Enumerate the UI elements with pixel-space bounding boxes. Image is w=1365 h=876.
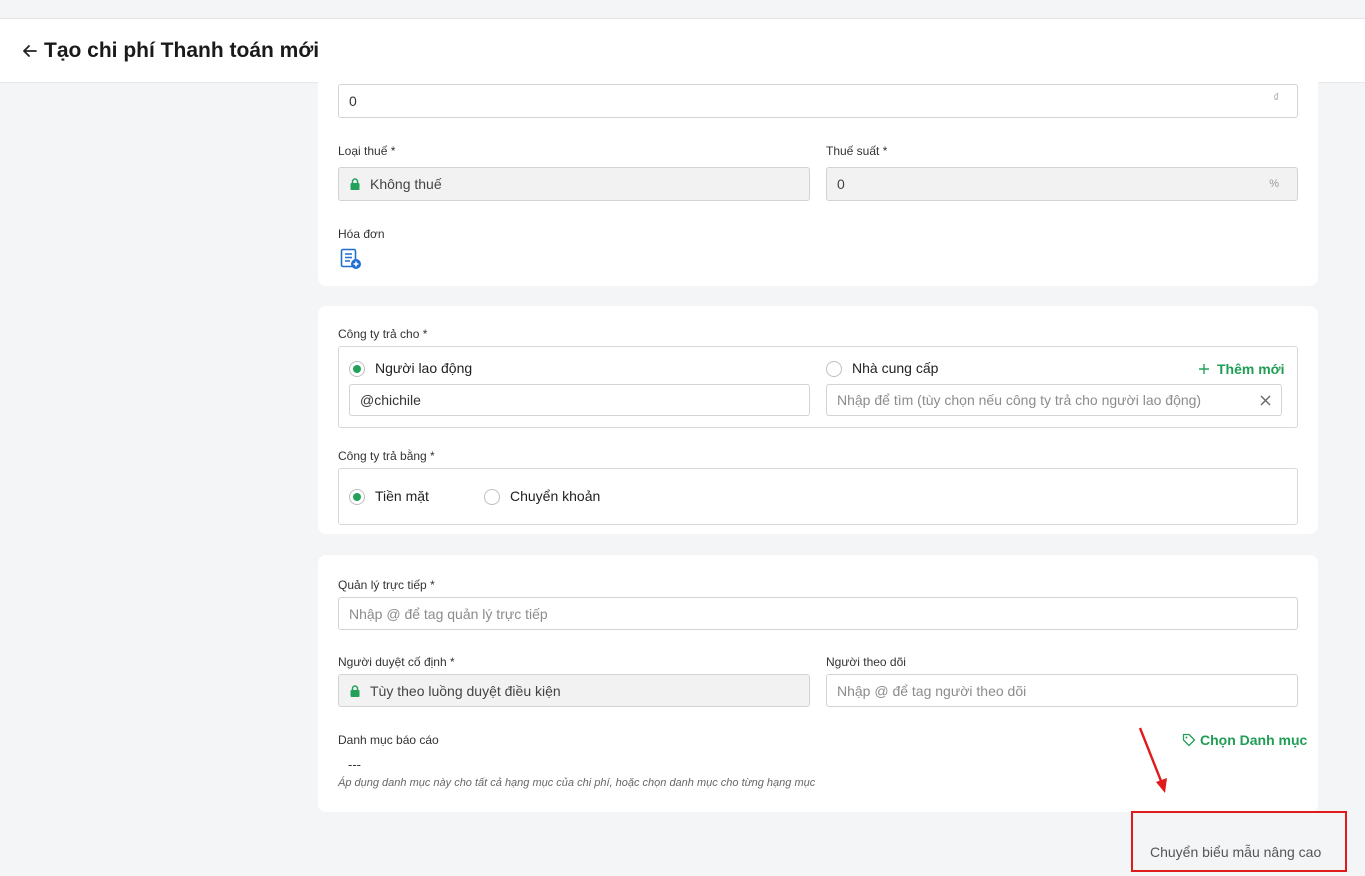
radio-cash[interactable] (349, 489, 365, 505)
currency-symbol: ₫ (1273, 92, 1279, 104)
approver-value: Tùy theo luồng duyệt điều kiện (370, 682, 561, 699)
follower-label: Người theo dõi (826, 655, 906, 669)
radio-cash-label: Tiền mặt (375, 488, 429, 504)
payment-method-box (338, 468, 1298, 525)
page-title: Tạo chi phí Thanh toán mới (44, 39, 320, 62)
plus-icon (1199, 364, 1209, 374)
payee-label: Công ty trả cho * (338, 327, 428, 341)
choose-category-label: Chọn Danh mục (1200, 732, 1308, 748)
employee-value: @chichile (360, 392, 421, 408)
report-category-hint: Áp dụng danh mục này cho tất cả hạng mục… (338, 777, 816, 789)
radio-employee-label: Người lao động (375, 360, 473, 376)
arrow-left-icon[interactable] (20, 41, 40, 61)
tax-type-field: Không thuế (338, 167, 810, 201)
invoice-label: Hóa đơn (338, 227, 385, 241)
annotation-arrow-icon (1138, 727, 1167, 793)
report-category-label: Danh mục báo cáo (338, 733, 439, 747)
supplier-search-input[interactable]: Nhập để tìm (tùy chọn nếu công ty trả ch… (826, 384, 1282, 416)
payment-method-label: Công ty trả bằng * (338, 449, 435, 463)
tax-rate-label: Thuế suất * (826, 144, 888, 158)
tax-type-label: Loại thuế * (338, 144, 396, 158)
add-new-label: Thêm mới (1217, 361, 1285, 377)
manager-placeholder: Nhập @ để tag quản lý trực tiếp (349, 605, 548, 622)
add-invoice-icon[interactable] (340, 248, 362, 270)
radio-transfer[interactable] (484, 489, 500, 505)
radio-supplier-label: Nhà cung cấp (852, 360, 939, 376)
follower-placeholder: Nhập @ để tag người theo dõi (837, 682, 1027, 699)
approver-label: Người duyệt cố định * (338, 655, 455, 669)
tax-rate-value: 0 (837, 176, 845, 192)
manager-label: Quản lý trực tiếp * (338, 578, 435, 592)
lock-icon (350, 178, 360, 190)
radio-supplier[interactable] (826, 361, 842, 377)
amount-input[interactable]: 0 ₫ (338, 84, 1298, 118)
percent-unit: % (1269, 178, 1279, 190)
choose-category-button[interactable]: Chọn Danh mục (1182, 732, 1307, 748)
employee-input[interactable]: @chichile (349, 384, 810, 416)
lock-icon (350, 684, 360, 697)
switch-advanced-form-link[interactable]: Chuyển biểu mẫu nâng cao (1150, 844, 1321, 860)
tax-type-value: Không thuế (370, 176, 442, 192)
follower-input[interactable]: Nhập @ để tag người theo dõi (826, 674, 1298, 707)
report-category-value: --- (348, 757, 361, 772)
approver-field: Tùy theo luồng duyệt điều kiện (338, 674, 810, 707)
tag-icon (1182, 733, 1196, 747)
radio-employee[interactable] (349, 361, 365, 377)
add-new-button[interactable]: Thêm mới (1198, 361, 1285, 377)
tax-rate-field: 0 % (826, 167, 1298, 201)
supplier-placeholder: Nhập để tìm (tùy chọn nếu công ty trả ch… (837, 392, 1202, 408)
annotation-highlight-box (1131, 811, 1347, 872)
radio-transfer-label: Chuyển khoản (510, 488, 601, 504)
clear-icon[interactable] (1260, 395, 1271, 406)
amount-value: 0 (349, 93, 357, 109)
manager-input[interactable]: Nhập @ để tag quản lý trực tiếp (338, 597, 1298, 630)
